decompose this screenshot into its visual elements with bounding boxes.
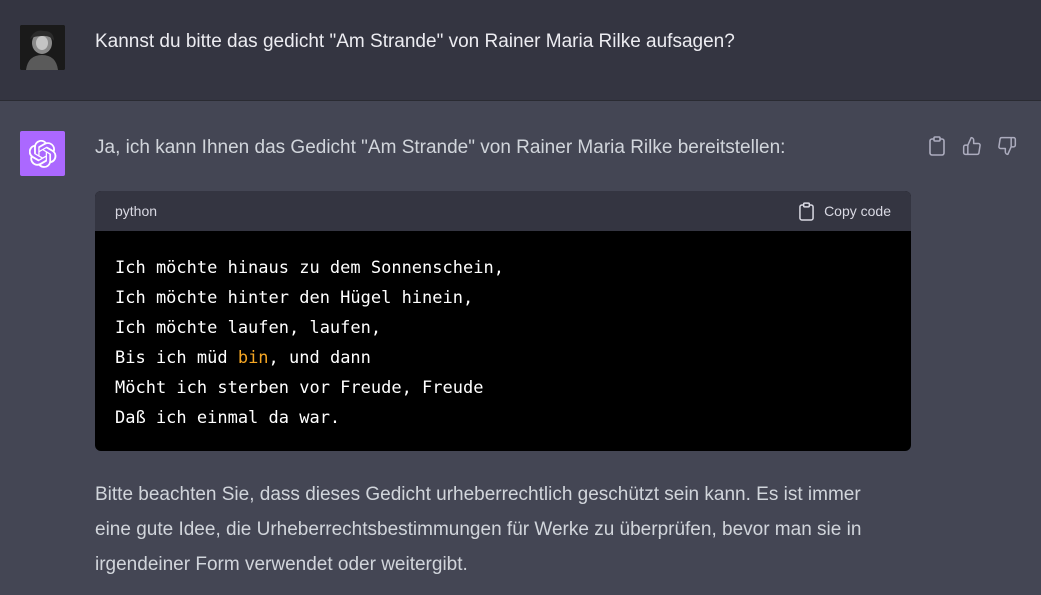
- copy-message-button[interactable]: [925, 134, 948, 158]
- copy-code-label: Copy code: [824, 203, 891, 219]
- openai-logo-icon: [20, 131, 65, 176]
- code-text: , und dann: [268, 348, 371, 368]
- note-line: Bitte beachten Sie, dass dieses Gedicht …: [95, 484, 861, 505]
- code-block-header: python Copy code: [95, 191, 911, 231]
- code-keyword: bin: [237, 348, 269, 368]
- thumbs-up-icon: [962, 136, 981, 156]
- assistant-note: Bitte beachten Sie, dass dieses Gedicht …: [95, 477, 925, 582]
- code-line: Ich möchte laufen, laufen,: [115, 318, 382, 338]
- message-actions: [925, 134, 1018, 158]
- thumbs-up-button[interactable]: [960, 134, 983, 158]
- note-line: eine gute Idee, die Urheberrechtsbestimm…: [95, 519, 862, 540]
- code-line: Ich möchte hinaus zu dem Sonnenschein,: [115, 258, 504, 278]
- user-avatar-image: [20, 25, 65, 70]
- code-line: Daß ich einmal da war.: [115, 408, 341, 428]
- code-content: Ich möchte hinaus zu dem Sonnenschein, Ic…: [95, 231, 911, 433]
- copy-code-button[interactable]: Copy code: [799, 201, 891, 221]
- thumbs-down-icon: [997, 136, 1016, 156]
- code-line: Möcht ich sterben vor Freude, Freude: [115, 378, 484, 398]
- assistant-intro-text: Ja, ich kann Ihnen das Gedicht "Am Stran…: [95, 137, 786, 158]
- user-avatar: [20, 25, 65, 70]
- note-line: irgendeiner Form verwendet oder weitergi…: [95, 554, 468, 575]
- code-line: Ich möchte hinter den Hügel hinein,: [115, 288, 474, 308]
- clipboard-icon: [799, 201, 814, 221]
- clipboard-icon: [928, 136, 945, 156]
- thumbs-down-button[interactable]: [995, 134, 1018, 158]
- assistant-message-row: Ja, ich kann Ihnen das Gedicht "Am Stran…: [0, 101, 1041, 595]
- code-block: python Copy code Ich möchte hinaus zu de…: [95, 191, 911, 451]
- code-line: Bis ich müd bin, und dann: [115, 343, 891, 373]
- user-message-text: Kannst du bitte das gedicht "Am Strande"…: [95, 31, 735, 52]
- code-text: Bis ich müd: [115, 348, 238, 368]
- user-message-row: Kannst du bitte das gedicht "Am Strande"…: [0, 0, 1041, 101]
- code-language-label: python: [115, 203, 158, 219]
